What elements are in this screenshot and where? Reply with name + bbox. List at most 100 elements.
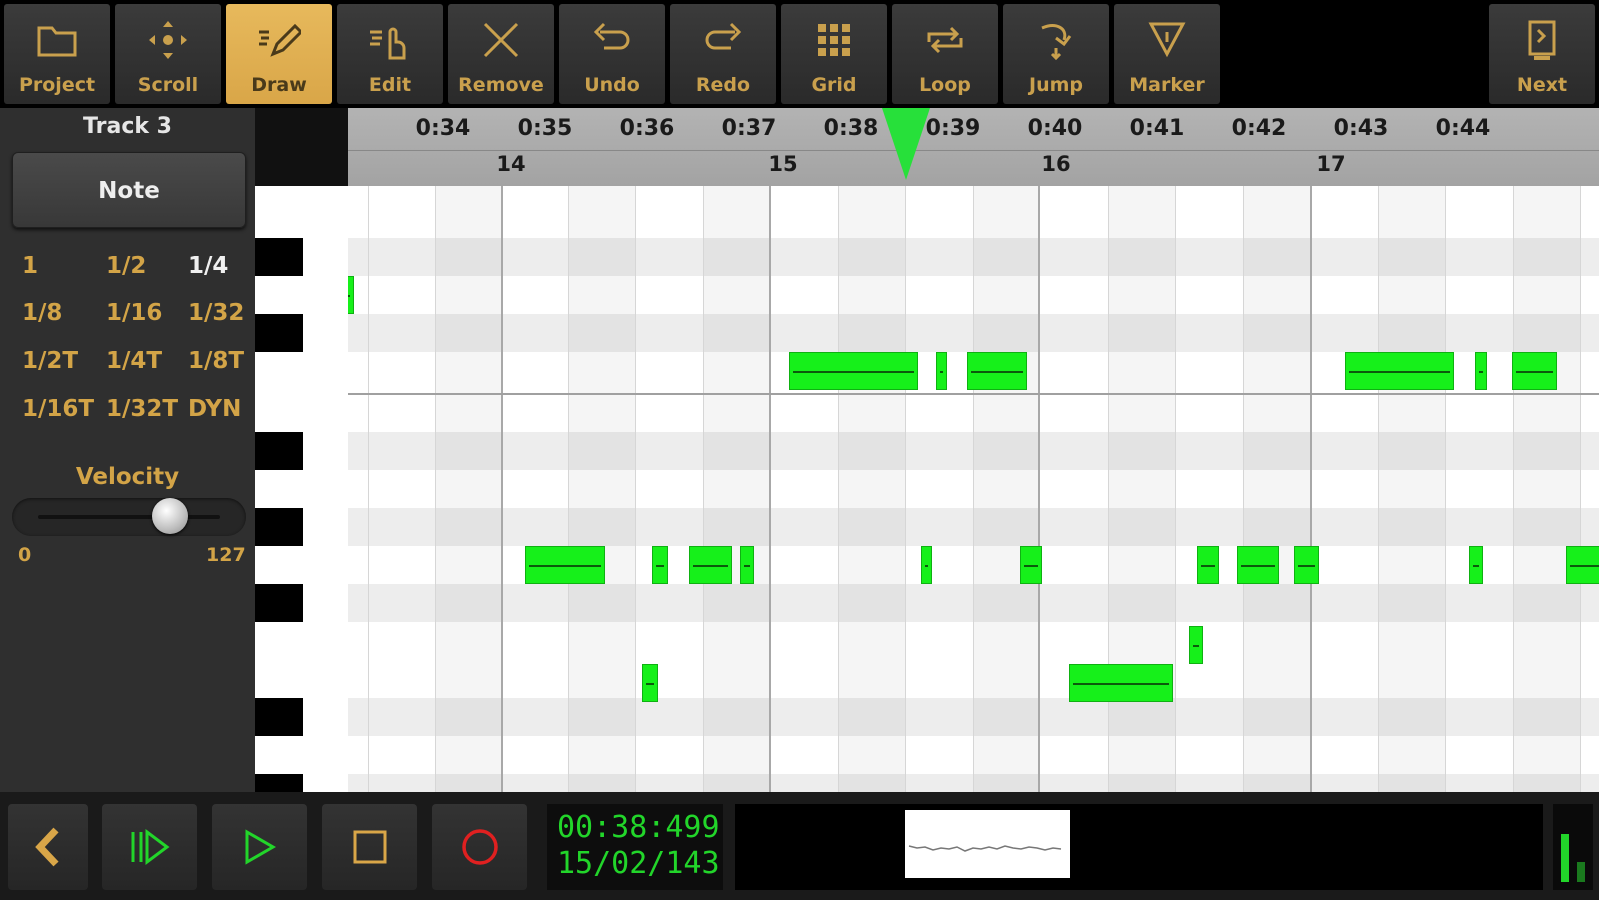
overview-waveform [908,845,1062,852]
bar-line [1038,186,1040,792]
note-tool-panel: Track 3 Note 1 1/2 1/4 1/8 1/16 1/32 1/2… [0,108,255,792]
loop-button[interactable]: Loop [892,4,998,104]
midi-note[interactable] [967,352,1027,390]
ruler-divider [348,150,1599,151]
remove-button[interactable]: Remove [448,4,554,104]
piano-roll-grid[interactable] [348,186,1599,792]
jump-button[interactable]: Jump [1003,4,1109,104]
play-button[interactable] [212,804,307,890]
marker-button[interactable]: Marker [1114,4,1220,104]
octave-divider [348,393,1599,395]
quantize-1-16t[interactable]: 1/16T [22,396,94,422]
undo-label: Undo [584,74,640,96]
quantize-1-8t[interactable]: 1/8T [188,348,244,374]
scroll-arrows-icon [149,21,187,59]
playhead-marker[interactable] [882,108,930,180]
time-label: 0:42 [1231,116,1287,141]
undo-button[interactable]: Undo [559,4,665,104]
time-label: 0:34 [415,116,471,141]
black-key[interactable] [255,698,303,736]
black-key[interactable] [255,584,303,622]
quantize-1-32[interactable]: 1/32 [188,300,244,326]
position-readout: 15/02/143 [557,846,720,881]
midi-note[interactable] [740,546,754,584]
quantize-1-32t[interactable]: 1/32T [106,396,178,422]
bar-line [1310,186,1312,792]
time-readout: 00:38:499 [557,810,720,845]
play-from-start-button[interactable] [102,804,197,890]
beat-shade [838,186,905,792]
midi-note[interactable] [1469,546,1483,584]
quantize-1-16[interactable]: 1/16 [106,300,162,326]
midi-note[interactable] [789,352,918,390]
midi-note[interactable] [1237,546,1279,584]
black-key[interactable] [255,432,303,470]
grid-line [1378,186,1379,792]
quantize-1-2[interactable]: 1/2 [106,253,146,279]
midi-note[interactable] [1197,546,1219,584]
beat-shade [435,186,502,792]
quantize-dyn[interactable]: DYN [188,396,241,422]
beat-shade [1243,186,1310,792]
midi-note[interactable] [1345,352,1454,390]
midi-note[interactable] [642,664,658,702]
quantize-1-4[interactable]: 1/4 [188,253,228,279]
next-button[interactable]: Next [1489,4,1595,104]
midi-note[interactable] [348,276,354,314]
beat-shade [1378,186,1445,792]
midi-note[interactable] [921,546,932,584]
velocity-slider-knob[interactable] [151,498,188,534]
midi-note[interactable] [1512,352,1557,390]
overview-viewport[interactable] [905,810,1070,878]
record-button[interactable] [432,804,527,890]
beat-shade [568,186,635,792]
midi-note[interactable] [652,546,668,584]
black-key[interactable] [255,314,303,352]
play-from-start-icon [131,829,170,865]
black-key[interactable] [255,238,303,276]
redo-button[interactable]: Redo [670,4,776,104]
grid-line [703,186,704,792]
level-meter-right [1577,862,1585,882]
quantize-1-2t[interactable]: 1/2T [22,348,78,374]
chevron-left-icon [35,827,59,867]
jump-icon [1041,24,1072,61]
midi-note[interactable] [689,546,732,584]
redo-icon [705,22,742,50]
midi-note[interactable] [1294,546,1319,584]
quantize-1-4t[interactable]: 1/4T [106,348,162,374]
beat-shade [703,186,770,792]
edit-label: Edit [368,74,412,96]
stop-button[interactable] [322,804,417,890]
black-key[interactable] [255,774,303,792]
project-button[interactable]: Project [4,4,110,104]
velocity-slider[interactable] [12,498,246,536]
midi-note[interactable] [1189,626,1203,664]
time-label: 0:38 [823,116,879,141]
midi-note[interactable] [1020,546,1042,584]
folder-icon [37,26,77,57]
beat-shade [973,186,1040,792]
quantize-1-8[interactable]: 1/8 [22,300,62,326]
timeline-ruler[interactable]: 0:34 0:35 0:36 0:37 0:38 0:39 0:40 0:41 … [348,108,1599,186]
edit-button[interactable]: Edit [337,4,443,104]
midi-note[interactable] [1566,546,1599,584]
midi-note[interactable] [936,352,947,390]
midi-note[interactable] [1069,664,1173,702]
song-overview[interactable] [735,804,1543,890]
quantize-1[interactable]: 1 [22,253,38,279]
remove-label: Remove [458,74,544,96]
midi-note[interactable] [1475,352,1487,390]
scroll-label: Scroll [137,74,199,96]
play-icon [245,829,277,865]
back-button[interactable] [8,804,88,890]
marker-label: Marker [1129,74,1205,96]
grid-button[interactable]: Grid [781,4,887,104]
midi-note[interactable] [525,546,605,584]
scroll-button[interactable]: Scroll [115,4,221,104]
black-key[interactable] [255,508,303,546]
note-mode-button[interactable]: Note [12,152,246,228]
draw-button[interactable]: Draw [226,4,332,104]
loop-label: Loop [919,74,971,96]
piano-keyboard[interactable] [255,186,348,792]
